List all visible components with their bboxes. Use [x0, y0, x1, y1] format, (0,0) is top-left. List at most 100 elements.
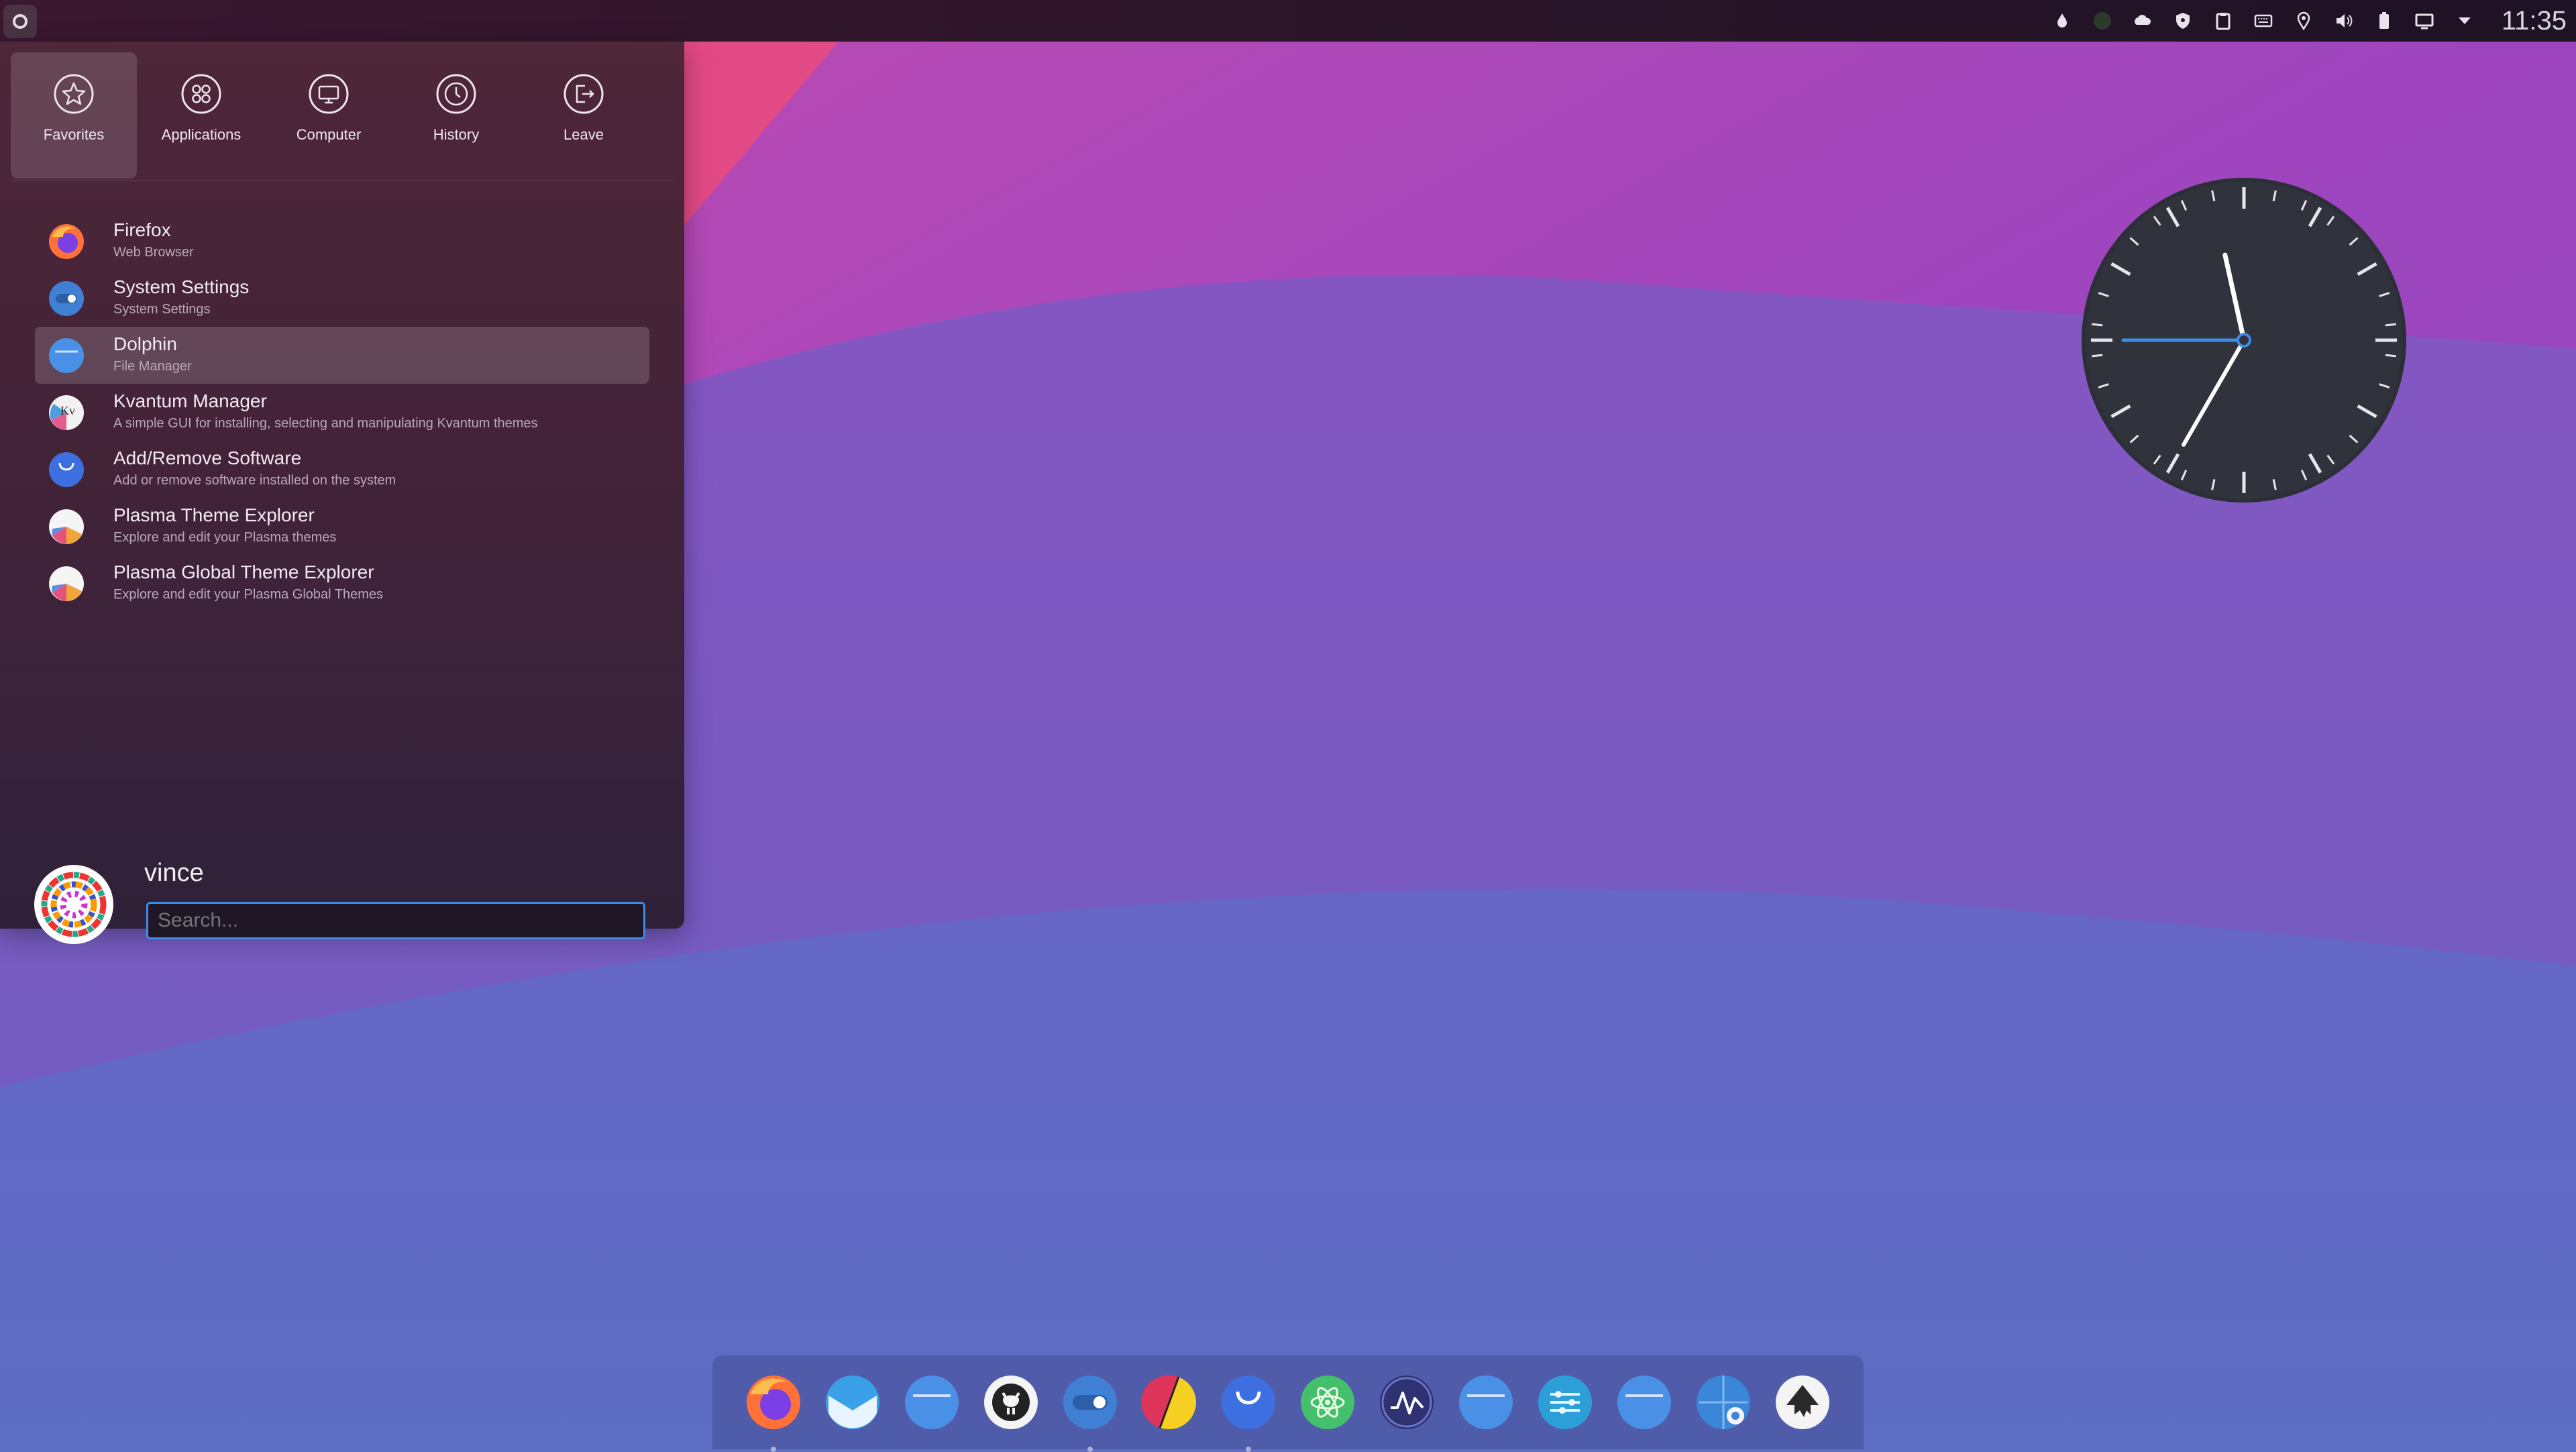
clock-tick: [2385, 354, 2396, 358]
cloud-icon[interactable]: [2133, 11, 2153, 31]
tab-applications[interactable]: Applications: [138, 52, 264, 178]
settings-icon: [49, 281, 84, 316]
logout-icon: [564, 74, 604, 114]
app-description: Web Browser: [113, 245, 194, 260]
display-icon[interactable]: [2414, 11, 2434, 31]
dock-item-system-settings[interactable]: [1061, 1373, 1120, 1452]
app-name: Plasma Global Theme Explorer: [113, 562, 374, 582]
list-item-plasma-global-theme-explorer[interactable]: Plasma Global Theme Explorer Explore and…: [35, 555, 649, 612]
panel-clock[interactable]: 11:35: [2502, 6, 2567, 36]
location-icon[interactable]: [2294, 11, 2314, 31]
app-description: File Manager: [113, 359, 192, 374]
inkscape-icon: [1776, 1376, 1829, 1429]
apps-icon: [181, 74, 221, 114]
app-name: Add/Remove Software: [113, 448, 302, 468]
app-name: Plasma Theme Explorer: [113, 505, 315, 525]
mixer-icon: [1538, 1376, 1592, 1429]
dock-item-inkscape[interactable]: [1773, 1373, 1832, 1432]
keyboard-icon[interactable]: [2253, 11, 2273, 31]
dock-item-image-viewer[interactable]: [1694, 1373, 1753, 1432]
dock-item-email[interactable]: [823, 1373, 882, 1432]
avatar[interactable]: [34, 864, 114, 945]
menu-tabs: Favorites Applications Computer History …: [11, 52, 647, 180]
folder-icon: [49, 338, 84, 373]
running-indicator: [771, 1447, 776, 1452]
application-launcher-button[interactable]: [3, 5, 37, 38]
app-name: Dolphin: [113, 333, 177, 354]
running-indicator: [1087, 1447, 1093, 1452]
image-viewer-icon: [1697, 1376, 1750, 1429]
theme-icon: [49, 509, 84, 544]
drop-icon[interactable]: [2052, 11, 2072, 31]
kvantum-icon: Kv: [49, 395, 84, 430]
favorites-list: Firefox Web Browser System Settings Syst…: [35, 213, 649, 612]
battery-icon[interactable]: [2374, 11, 2394, 31]
dock-item-mixer[interactable]: [1536, 1373, 1595, 1432]
dock-item-software-store[interactable]: [1219, 1373, 1278, 1452]
tab-leave[interactable]: Leave: [521, 52, 647, 178]
github-icon: [984, 1376, 1038, 1429]
global-theme-icon: [49, 566, 84, 601]
star-icon: [54, 74, 94, 114]
tab-label: Favorites: [43, 126, 105, 143]
system-monitor-icon: [1380, 1376, 1434, 1429]
dock-item-color-picker[interactable]: [1140, 1373, 1199, 1432]
list-item-kvantum-manager[interactable]: Kv Kvantum Manager A simple GUI for inst…: [35, 384, 649, 441]
username: vince: [144, 859, 204, 887]
folder-icon: [905, 1376, 959, 1429]
app-description: System Settings: [113, 302, 211, 317]
running-indicator: [1246, 1447, 1251, 1452]
dock-item-github[interactable]: [981, 1373, 1040, 1432]
dock-item-folder-3[interactable]: [1615, 1373, 1674, 1432]
list-item-add-remove-software[interactable]: Add/Remove Software Add or remove softwa…: [35, 441, 649, 498]
clock-tick: [2385, 323, 2396, 327]
dock-item-folder-2[interactable]: [1456, 1373, 1515, 1432]
dock-item-atom[interactable]: [1298, 1373, 1357, 1432]
volume-icon[interactable]: [2334, 11, 2354, 31]
list-item-system-settings[interactable]: System Settings System Settings: [35, 270, 649, 327]
list-item-firefox[interactable]: Firefox Web Browser: [35, 213, 649, 270]
app-description: Explore and edit your Plasma Global Them…: [113, 587, 384, 602]
tab-label: Applications: [161, 126, 241, 143]
dock-item-firefox[interactable]: [744, 1373, 803, 1452]
circle-icon[interactable]: [2092, 11, 2112, 31]
monitor-icon: [309, 74, 349, 114]
analog-clock-widget[interactable]: [2080, 176, 2408, 505]
app-name: Kvantum Manager: [113, 391, 267, 411]
list-item-plasma-theme-explorer[interactable]: Plasma Theme Explorer Explore and edit y…: [35, 498, 649, 555]
tab-label: Computer: [296, 126, 362, 143]
app-description: Add or remove software installed on the …: [113, 473, 396, 488]
store-icon: [1222, 1376, 1275, 1429]
firefox-icon: [747, 1376, 800, 1429]
app-name: Firefox: [113, 219, 171, 240]
tab-label: Leave: [564, 126, 604, 143]
folder-icon: [1459, 1376, 1513, 1429]
clipboard-icon[interactable]: [2213, 11, 2233, 31]
search-input[interactable]: [146, 902, 645, 939]
app-name: System Settings: [113, 276, 250, 297]
dock-item-system-monitor[interactable]: [1377, 1373, 1436, 1432]
list-item-dolphin[interactable]: Dolphin File Manager: [35, 327, 649, 384]
divider: [11, 180, 675, 181]
tab-label: History: [433, 126, 480, 143]
clock-tick: [2092, 354, 2103, 358]
store-icon: [49, 452, 84, 487]
clock-icon: [436, 74, 476, 114]
taskbar-dock: [712, 1355, 1864, 1452]
clock-center: [2237, 333, 2251, 348]
app-description: A simple GUI for installing, selecting a…: [113, 416, 538, 431]
system-tray: 11:35: [2052, 0, 2567, 42]
application-menu: Favorites Applications Computer History …: [0, 42, 684, 944]
tab-favorites[interactable]: Favorites: [11, 52, 137, 178]
email-icon: [826, 1376, 879, 1429]
shield-icon[interactable]: [2173, 11, 2193, 31]
dock-item-folder[interactable]: [902, 1373, 961, 1432]
color-icon: [1141, 1375, 1196, 1429]
clock-tick: [2092, 323, 2103, 327]
chevron-down-icon[interactable]: [2455, 11, 2475, 31]
app-description: Explore and edit your Plasma themes: [113, 530, 337, 545]
tab-computer[interactable]: Computer: [266, 52, 392, 178]
svg-text:Kv: Kv: [60, 404, 75, 417]
tab-history[interactable]: History: [393, 52, 519, 178]
folder-icon: [1617, 1376, 1671, 1429]
